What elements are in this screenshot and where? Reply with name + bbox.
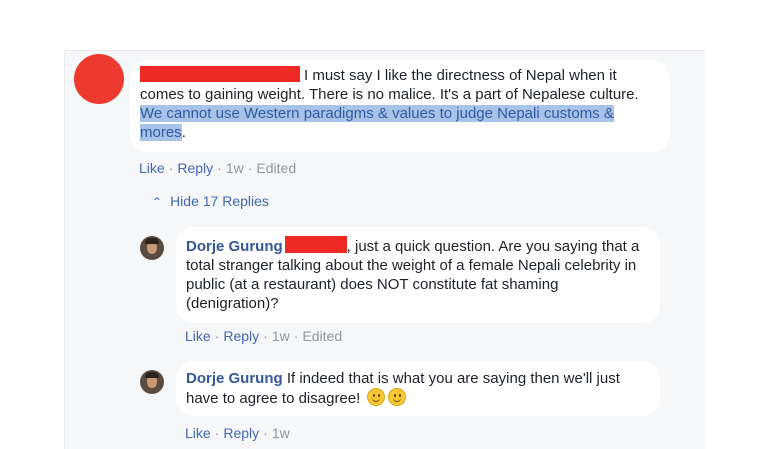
hide-replies-button[interactable]: ⌃ Hide 17 Replies (152, 193, 269, 209)
reply-bubble: Dorje Gurung If indeed that is what you … (176, 361, 660, 416)
like-link[interactable]: Like (185, 328, 211, 344)
author-name[interactable]: Dorje Gurung (186, 370, 283, 387)
redacted-name (140, 66, 300, 82)
timestamp[interactable]: 1w (272, 328, 290, 344)
avatar[interactable] (140, 370, 164, 394)
edited-label[interactable]: Edited (302, 328, 342, 344)
highlighted-text: We cannot use Western paradigms & values… (140, 105, 614, 141)
reply-link[interactable]: Reply (223, 425, 259, 441)
reply-bubble: Dorje Gurung, just a quick question. Are… (176, 227, 660, 323)
comment-bubble: I must say I like the directness of Nepa… (130, 60, 670, 152)
hide-replies-label: Hide 17 Replies (170, 193, 269, 209)
edited-label[interactable]: Edited (256, 160, 296, 176)
smiley-icon (388, 388, 407, 406)
reply-actions: Like · Reply · 1w · Edited (185, 328, 343, 344)
redacted-name (284, 236, 347, 253)
like-link[interactable]: Like (185, 425, 211, 441)
timestamp[interactable]: 1w (272, 425, 290, 441)
reply-link[interactable]: Reply (177, 160, 213, 176)
author-name[interactable]: Dorje Gurung (186, 238, 283, 255)
comment-actions: Like · Reply · 1w · Edited (139, 160, 297, 176)
reply-actions: Like · Reply · 1w (185, 425, 290, 441)
chevron-up-icon: ⌃ (152, 195, 163, 209)
smiley-icon (367, 388, 386, 406)
avatar[interactable] (74, 54, 124, 104)
timestamp[interactable]: 1w (226, 160, 244, 176)
like-link[interactable]: Like (139, 160, 165, 176)
comment-text-end: . (181, 124, 186, 141)
reply-link[interactable]: Reply (223, 328, 259, 344)
avatar[interactable] (140, 236, 164, 260)
